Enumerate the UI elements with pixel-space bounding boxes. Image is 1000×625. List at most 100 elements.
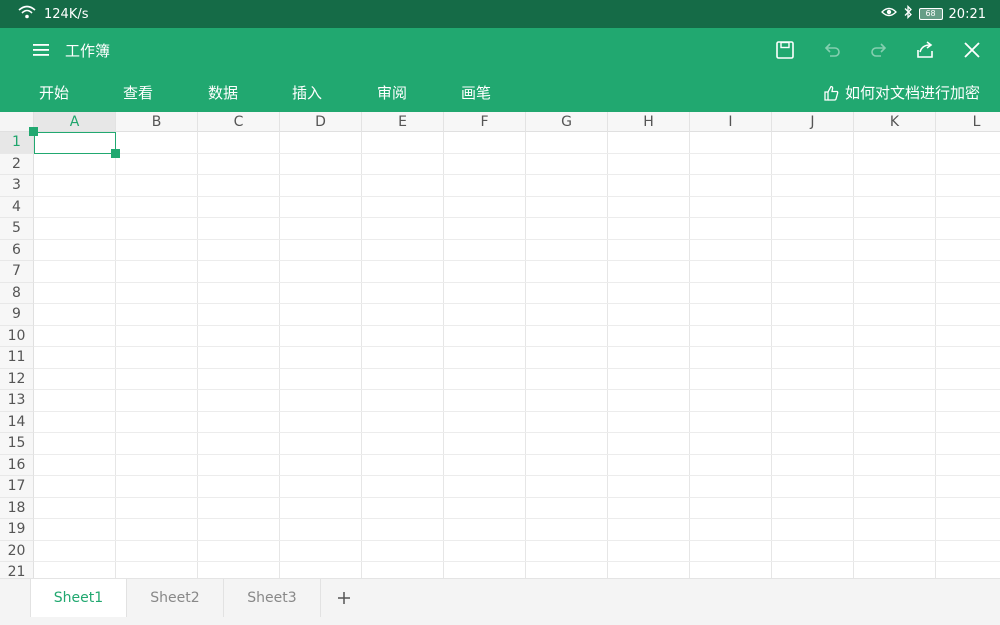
bluetooth-icon (903, 4, 913, 23)
column-header[interactable]: I (690, 112, 772, 132)
menu-button[interactable] (30, 39, 52, 61)
column-header[interactable]: J (772, 112, 854, 132)
sheet-tab-bar: Sheet1 Sheet2 Sheet3 (0, 578, 1000, 625)
column-header[interactable]: C (198, 112, 280, 132)
column-header[interactable]: H (608, 112, 690, 132)
grid-row-line (34, 346, 1000, 347)
tab-pen[interactable]: 画笔 (461, 82, 491, 103)
column-header[interactable]: G (526, 112, 608, 132)
redo-icon (871, 43, 887, 57)
grid-row-line (34, 453, 1000, 455)
eye-icon (880, 6, 897, 22)
row-header[interactable]: 5 (0, 218, 34, 240)
row-header[interactable]: 12 (0, 368, 34, 390)
grid-row-line (34, 475, 1000, 476)
row-header[interactable]: 13 (0, 390, 34, 412)
grid-column-line (771, 132, 772, 578)
hamburger-icon (33, 44, 49, 56)
status-left: 124K/s (18, 0, 89, 28)
row-header[interactable]: 8 (0, 282, 34, 304)
row-header[interactable]: 15 (0, 433, 34, 455)
row-header[interactable]: 7 (0, 261, 34, 283)
row-header[interactable]: 11 (0, 347, 34, 369)
row-header[interactable]: 6 (0, 239, 34, 261)
wifi-icon (18, 5, 36, 23)
column-header[interactable]: F (444, 112, 526, 132)
tab-review[interactable]: 审阅 (377, 82, 407, 103)
column-header[interactable]: K (854, 112, 936, 132)
tab-view[interactable]: 查看 (123, 82, 153, 103)
column-header[interactable]: E (362, 112, 444, 132)
grid-column-line (525, 132, 526, 578)
encrypt-tip-label: 如何对文档进行加密 (844, 84, 980, 102)
tab-data[interactable]: 数据 (208, 82, 238, 103)
grid-row-line (34, 260, 1000, 261)
selection-handle-start[interactable] (29, 127, 38, 136)
grid-column-line (361, 132, 362, 578)
row-header[interactable]: 9 (0, 304, 34, 326)
grid-column-line (935, 132, 936, 578)
grid-row-line (34, 389, 1000, 390)
sheet-tab-3[interactable]: Sheet3 (224, 579, 321, 617)
undo-button[interactable] (820, 38, 844, 62)
row-header[interactable]: 4 (0, 196, 34, 218)
grid-row-line (34, 496, 1000, 498)
grid-row-line (34, 561, 1000, 562)
grid-row-line (34, 539, 1000, 541)
column-header[interactable]: D (280, 112, 362, 132)
grid-column-line (689, 132, 690, 578)
selection-handle-end[interactable] (111, 149, 120, 158)
status-bar: 124K/s 68 20:21 (0, 0, 1000, 28)
tab-insert[interactable]: 插入 (292, 82, 322, 103)
column-header[interactable]: A (34, 112, 116, 132)
grid-column-line (115, 132, 116, 578)
column-header[interactable]: L (936, 112, 1000, 132)
grid-row-line (34, 324, 1000, 326)
grid-row-line (34, 238, 1000, 240)
row-header[interactable]: 20 (0, 540, 34, 562)
sheet-tab-2[interactable]: Sheet2 (127, 579, 224, 617)
title-row: 工作簿 (0, 28, 1000, 72)
grid-row-line (34, 518, 1000, 519)
grid-column-line (197, 132, 198, 578)
grid-row-line (34, 303, 1000, 304)
share-button[interactable] (913, 38, 937, 62)
close-button[interactable] (960, 38, 984, 62)
share-icon (917, 41, 933, 58)
row-header[interactable]: 16 (0, 454, 34, 476)
network-speed: 124K/s (44, 6, 89, 22)
grid-column-line (443, 132, 444, 578)
redo-button[interactable] (867, 38, 891, 62)
encrypt-tip-link[interactable]: 如何对文档进行加密 (823, 82, 980, 103)
column-header[interactable]: B (116, 112, 198, 132)
clock: 20:21 (948, 6, 986, 22)
row-header[interactable]: 18 (0, 497, 34, 519)
battery-indicator: 68 (918, 8, 943, 20)
row-header[interactable]: 19 (0, 519, 34, 541)
save-button[interactable] (773, 38, 797, 62)
tab-start[interactable]: 开始 (39, 82, 69, 103)
ribbon-tabs: 开始 查看 数据 插入 审阅 画笔 如何对文档进行加密 (0, 72, 1000, 112)
grid-row-line (34, 432, 1000, 433)
add-sheet-button[interactable] (332, 586, 356, 610)
row-header[interactable]: 14 (0, 411, 34, 433)
spreadsheet-grid[interactable]: A B C D E F G H I J K L 1 2 3 4 5 6 7 8 9 10 11 12 13 14 15 16 17 18 1… (0, 112, 1000, 578)
document-title: 工作簿 (65, 42, 111, 60)
thumbs-up-icon (824, 85, 839, 101)
selected-cell[interactable] (34, 132, 116, 154)
sheet-tab-1[interactable]: Sheet1 (30, 579, 127, 617)
row-header[interactable]: 10 (0, 325, 34, 347)
status-right: 68 20:21 (880, 0, 986, 28)
row-header[interactable]: 2 (0, 153, 34, 175)
plus-icon (338, 592, 350, 604)
grid-column-line (607, 132, 608, 578)
grid-column-line (279, 132, 280, 578)
grid-row-line (34, 217, 1000, 218)
grid-row-line (34, 367, 1000, 369)
undo-icon (824, 43, 840, 57)
grid-column-line (853, 132, 854, 578)
row-header[interactable]: 3 (0, 175, 34, 197)
row-header[interactable]: 21 (0, 562, 34, 578)
row-header[interactable]: 17 (0, 476, 34, 498)
close-icon (964, 42, 980, 58)
